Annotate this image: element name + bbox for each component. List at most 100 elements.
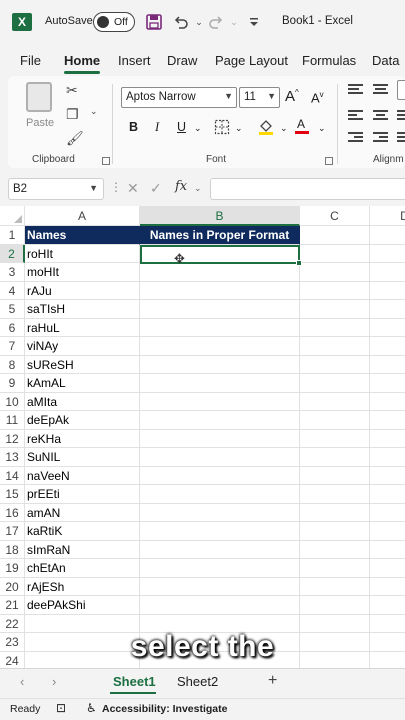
tab-file[interactable]: File	[20, 53, 41, 68]
column-header-d[interactable]: D	[370, 206, 405, 226]
row-header-13[interactable]: 13	[0, 448, 25, 467]
cell-a20[interactable]: rAjESh	[25, 577, 140, 596]
cell-b16[interactable]	[140, 503, 300, 522]
cell-a18[interactable]: sImRaN	[25, 540, 140, 559]
cell-a13[interactable]: SuNIL	[25, 448, 140, 467]
cell-c7[interactable]	[300, 337, 370, 356]
cell-b15[interactable]	[140, 485, 300, 504]
cell-a10[interactable]: aMIta	[25, 392, 140, 411]
cell-a14[interactable]: naVeeN	[25, 466, 140, 485]
cell-b9[interactable]	[140, 374, 300, 393]
cell-b19[interactable]	[140, 559, 300, 578]
row-header-1[interactable]: 1	[0, 226, 25, 245]
column-header-b[interactable]: B	[140, 206, 300, 226]
row-header-5[interactable]: 5	[0, 300, 25, 319]
save-icon[interactable]	[143, 11, 165, 33]
cell-c4[interactable]	[300, 281, 370, 300]
font-color-dropdown-icon[interactable]: ⌄	[318, 123, 326, 134]
format-painter-icon[interactable]: 🖌	[66, 130, 84, 147]
cell-a17[interactable]: kaRtiK	[25, 522, 140, 541]
function-dropdown-icon[interactable]: ⌄	[194, 183, 202, 194]
cell-b21[interactable]	[140, 596, 300, 615]
cell-a5[interactable]: saTIsH	[25, 300, 140, 319]
cell-d20[interactable]	[370, 578, 405, 596]
borders-dropdown-icon[interactable]: ⌄	[235, 123, 243, 134]
cell-a11[interactable]: deEpAk	[25, 411, 140, 430]
cell-d15[interactable]	[370, 485, 405, 504]
copy-icon[interactable]: ❐	[66, 106, 79, 123]
align-bottom-button[interactable]	[397, 80, 405, 100]
cell-c11[interactable]	[300, 411, 370, 430]
cell-b7[interactable]	[140, 337, 300, 356]
font-launcher-icon[interactable]	[325, 157, 333, 165]
font-color-icon[interactable]: A	[294, 116, 310, 137]
row-header-11[interactable]: 11	[0, 411, 25, 430]
cell-a6[interactable]: raHuL	[25, 318, 140, 337]
cell-a9[interactable]: kAmAL	[25, 374, 140, 393]
align-middle-icon[interactable]	[373, 84, 388, 96]
underline-button[interactable]: U	[177, 120, 186, 134]
column-header-a[interactable]: A	[25, 206, 140, 226]
fill-color-dropdown-icon[interactable]: ⌄	[280, 123, 288, 134]
row-header-6[interactable]: 6	[0, 318, 25, 337]
cell-c14[interactable]	[300, 466, 370, 485]
cell-b3[interactable]	[140, 263, 300, 282]
cell-a12[interactable]: reKHa	[25, 429, 140, 448]
tab-formulas[interactable]: Formulas	[302, 53, 356, 68]
cell-d10[interactable]	[370, 393, 405, 411]
row-header-15[interactable]: 15	[0, 485, 25, 504]
select-all-button[interactable]	[0, 206, 25, 226]
cell-a16[interactable]: amAN	[25, 503, 140, 522]
cell-a1[interactable]: Names	[25, 226, 140, 245]
cell-b12[interactable]	[140, 429, 300, 448]
align-right-icon[interactable]	[397, 110, 405, 122]
cell-b18[interactable]	[140, 540, 300, 559]
cell-c2[interactable]	[300, 244, 370, 263]
cell-d11[interactable]	[370, 411, 405, 430]
align-center-icon[interactable]	[373, 110, 388, 122]
add-sheet-icon[interactable]: +	[268, 672, 277, 690]
row-header-16[interactable]: 16	[0, 503, 25, 522]
cell-d16[interactable]	[370, 504, 405, 522]
row-header-3[interactable]: 3	[0, 263, 25, 282]
accessibility-status[interactable]: Accessibility: Investigate	[102, 703, 227, 715]
cell-b8[interactable]	[140, 355, 300, 374]
cell-c18[interactable]	[300, 540, 370, 559]
underline-dropdown-icon[interactable]: ⌄	[194, 123, 202, 134]
cell-a19[interactable]: chEtAn	[25, 559, 140, 578]
sheet-tab-sheet2[interactable]: Sheet2	[177, 674, 218, 689]
cell-a4[interactable]: rAJu	[25, 281, 140, 300]
cell-b5[interactable]	[140, 300, 300, 319]
cell-b11[interactable]	[140, 411, 300, 430]
cell-c15[interactable]	[300, 485, 370, 504]
row-header-7[interactable]: 7	[0, 337, 25, 356]
row-header-21[interactable]: 21	[0, 596, 25, 615]
macro-record-icon[interactable]: ⊡	[56, 701, 66, 715]
worksheet-grid[interactable]: A B C D 1 Names Names in Proper Format 2 roHIt 3 m…	[0, 206, 405, 668]
cell-b13[interactable]	[140, 448, 300, 467]
row-header-17[interactable]: 17	[0, 522, 25, 541]
font-name-select[interactable]: Aptos Narrow ▼	[121, 87, 237, 108]
cell-d18[interactable]	[370, 541, 405, 559]
cell-a8[interactable]: sUReSH	[25, 355, 140, 374]
tab-insert[interactable]: Insert	[118, 53, 151, 68]
cell-c6[interactable]	[300, 318, 370, 337]
fill-color-icon[interactable]	[257, 117, 275, 138]
cell-a3[interactable]: moHIt	[25, 263, 140, 282]
cancel-icon[interactable]: ✕	[127, 180, 139, 197]
align-left-icon[interactable]	[348, 110, 363, 122]
row-header-4[interactable]: 4	[0, 281, 25, 300]
increase-indent-icon[interactable]	[373, 132, 388, 144]
cell-b14[interactable]	[140, 466, 300, 485]
insert-function-button[interactable]: fx	[175, 179, 187, 194]
cell-c3[interactable]	[300, 263, 370, 282]
tab-page-layout[interactable]: Page Layout	[215, 53, 288, 68]
cell-b10[interactable]	[140, 392, 300, 411]
name-box[interactable]: B2 ▼	[8, 178, 104, 200]
shrink-font-button[interactable]: Av	[311, 90, 324, 105]
cell-d4[interactable]	[370, 282, 405, 300]
paste-label[interactable]: Paste	[26, 117, 54, 129]
row-header-9[interactable]: 9	[0, 374, 25, 393]
italic-button[interactable]: I	[155, 120, 159, 135]
cell-d21[interactable]	[370, 596, 405, 615]
